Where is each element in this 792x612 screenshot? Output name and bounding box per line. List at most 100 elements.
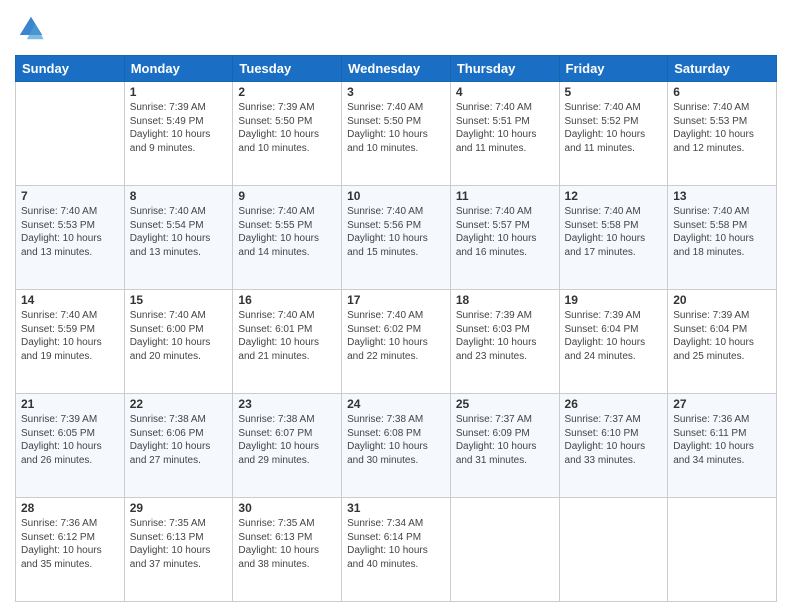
calendar-cell: 23 Sunrise: 7:38 AMSunset: 6:07 PMDayligh… (233, 394, 342, 498)
cell-info: Sunrise: 7:36 AMSunset: 6:12 PMDaylight:… (21, 517, 119, 571)
cell-info: Sunrise: 7:37 AMSunset: 6:09 PMDaylight:… (456, 413, 554, 467)
cell-day-number: 13 (673, 189, 771, 203)
calendar-cell: 13 Sunrise: 7:40 AMSunset: 5:58 PMDayligh… (668, 186, 777, 290)
calendar-week-row: 28 Sunrise: 7:36 AMSunset: 6:12 PMDayligh… (16, 498, 777, 602)
calendar-cell: 27 Sunrise: 7:36 AMSunset: 6:11 PMDayligh… (668, 394, 777, 498)
cell-day-number: 9 (238, 189, 336, 203)
calendar-cell: 31 Sunrise: 7:34 AMSunset: 6:14 PMDayligh… (342, 498, 451, 602)
cell-info: Sunrise: 7:38 AMSunset: 6:08 PMDaylight:… (347, 413, 445, 467)
cell-info: Sunrise: 7:40 AMSunset: 5:55 PMDaylight:… (238, 205, 336, 259)
cell-info: Sunrise: 7:40 AMSunset: 5:59 PMDaylight:… (21, 309, 119, 363)
cell-day-number: 31 (347, 501, 445, 515)
calendar-cell: 1 Sunrise: 7:39 AMSunset: 5:49 PMDaylight… (124, 82, 233, 186)
calendar-header-saturday: Saturday (668, 56, 777, 82)
header (15, 10, 777, 47)
cell-info: Sunrise: 7:40 AMSunset: 6:00 PMDaylight:… (130, 309, 228, 363)
calendar-cell: 3 Sunrise: 7:40 AMSunset: 5:50 PMDaylight… (342, 82, 451, 186)
cell-info: Sunrise: 7:35 AMSunset: 6:13 PMDaylight:… (130, 517, 228, 571)
calendar-header-friday: Friday (559, 56, 668, 82)
logo (15, 14, 45, 47)
cell-day-number: 28 (21, 501, 119, 515)
calendar-week-row: 7 Sunrise: 7:40 AMSunset: 5:53 PMDaylight… (16, 186, 777, 290)
cell-info: Sunrise: 7:39 AMSunset: 6:05 PMDaylight:… (21, 413, 119, 467)
calendar-cell: 2 Sunrise: 7:39 AMSunset: 5:50 PMDaylight… (233, 82, 342, 186)
calendar-cell: 22 Sunrise: 7:38 AMSunset: 6:06 PMDayligh… (124, 394, 233, 498)
cell-info: Sunrise: 7:40 AMSunset: 5:58 PMDaylight:… (565, 205, 663, 259)
calendar-cell: 24Sunrise: 7:38 AMSunset: 6:08 PMDayligh… (342, 394, 451, 498)
cell-info: Sunrise: 7:38 AMSunset: 6:07 PMDaylight:… (238, 413, 336, 467)
cell-day-number: 19 (565, 293, 663, 307)
calendar-week-row: 14 Sunrise: 7:40 AMSunset: 5:59 PMDayligh… (16, 290, 777, 394)
cell-day-number: 20 (673, 293, 771, 307)
calendar-cell: 26Sunrise: 7:37 AMSunset: 6:10 PMDayligh… (559, 394, 668, 498)
cell-info: Sunrise: 7:36 AMSunset: 6:11 PMDaylight:… (673, 413, 771, 467)
calendar-cell: 15 Sunrise: 7:40 AMSunset: 6:00 PMDayligh… (124, 290, 233, 394)
calendar-cell (16, 82, 125, 186)
calendar-header-sunday: Sunday (16, 56, 125, 82)
cell-info: Sunrise: 7:40 AMSunset: 6:02 PMDaylight:… (347, 309, 445, 363)
calendar-cell: 29 Sunrise: 7:35 AMSunset: 6:13 PMDayligh… (124, 498, 233, 602)
cell-info: Sunrise: 7:34 AMSunset: 6:14 PMDaylight:… (347, 517, 445, 571)
cell-day-number: 11 (456, 189, 554, 203)
calendar-cell: 11 Sunrise: 7:40 AMSunset: 5:57 PMDayligh… (450, 186, 559, 290)
calendar-cell: 9 Sunrise: 7:40 AMSunset: 5:55 PMDaylight… (233, 186, 342, 290)
cell-info: Sunrise: 7:39 AMSunset: 6:03 PMDaylight:… (456, 309, 554, 363)
cell-day-number: 7 (21, 189, 119, 203)
cell-day-number: 21 (21, 397, 119, 411)
cell-day-number: 12 (565, 189, 663, 203)
cell-info: Sunrise: 7:39 AMSunset: 5:49 PMDaylight:… (130, 101, 228, 155)
cell-day-number: 2 (238, 85, 336, 99)
cell-info: Sunrise: 7:40 AMSunset: 5:58 PMDaylight:… (673, 205, 771, 259)
calendar-cell: 18 Sunrise: 7:39 AMSunset: 6:03 PMDayligh… (450, 290, 559, 394)
cell-info: Sunrise: 7:40 AMSunset: 5:53 PMDaylight:… (673, 101, 771, 155)
cell-day-number: 22 (130, 397, 228, 411)
cell-info: Sunrise: 7:40 AMSunset: 5:50 PMDaylight:… (347, 101, 445, 155)
calendar-cell (450, 498, 559, 602)
cell-day-number: 3 (347, 85, 445, 99)
calendar-header-monday: Monday (124, 56, 233, 82)
cell-info: Sunrise: 7:39 AMSunset: 6:04 PMDaylight:… (565, 309, 663, 363)
cell-day-number: 23 (238, 397, 336, 411)
cell-day-number: 10 (347, 189, 445, 203)
calendar-cell: 20 Sunrise: 7:39 AMSunset: 6:04 PMDayligh… (668, 290, 777, 394)
cell-info: Sunrise: 7:39 AMSunset: 5:50 PMDaylight:… (238, 101, 336, 155)
calendar-cell: 12 Sunrise: 7:40 AMSunset: 5:58 PMDayligh… (559, 186, 668, 290)
calendar-header-row: SundayMondayTuesdayWednesdayThursdayFrid… (16, 56, 777, 82)
cell-info: Sunrise: 7:40 AMSunset: 6:01 PMDaylight:… (238, 309, 336, 363)
cell-info: Sunrise: 7:38 AMSunset: 6:06 PMDaylight:… (130, 413, 228, 467)
cell-info: Sunrise: 7:40 AMSunset: 5:54 PMDaylight:… (130, 205, 228, 259)
cell-info: Sunrise: 7:40 AMSunset: 5:52 PMDaylight:… (565, 101, 663, 155)
cell-day-number: 16 (238, 293, 336, 307)
cell-day-number: 8 (130, 189, 228, 203)
cell-day-number: 14 (21, 293, 119, 307)
cell-info: Sunrise: 7:39 AMSunset: 6:04 PMDaylight:… (673, 309, 771, 363)
calendar-cell: 5 Sunrise: 7:40 AMSunset: 5:52 PMDaylight… (559, 82, 668, 186)
calendar-header-thursday: Thursday (450, 56, 559, 82)
calendar-page: SundayMondayTuesdayWednesdayThursdayFrid… (0, 0, 792, 612)
cell-info: Sunrise: 7:40 AMSunset: 5:53 PMDaylight:… (21, 205, 119, 259)
cell-day-number: 25 (456, 397, 554, 411)
calendar-cell: 30 Sunrise: 7:35 AMSunset: 6:13 PMDayligh… (233, 498, 342, 602)
calendar-cell: 17 Sunrise: 7:40 AMSunset: 6:02 PMDayligh… (342, 290, 451, 394)
cell-day-number: 29 (130, 501, 228, 515)
cell-day-number: 27 (673, 397, 771, 411)
calendar-week-row: 1 Sunrise: 7:39 AMSunset: 5:49 PMDaylight… (16, 82, 777, 186)
cell-day-number: 5 (565, 85, 663, 99)
calendar-cell (668, 498, 777, 602)
cell-day-number: 18 (456, 293, 554, 307)
cell-info: Sunrise: 7:40 AMSunset: 5:57 PMDaylight:… (456, 205, 554, 259)
calendar-cell (559, 498, 668, 602)
cell-day-number: 1 (130, 85, 228, 99)
cell-day-number: 17 (347, 293, 445, 307)
cell-info: Sunrise: 7:40 AMSunset: 5:51 PMDaylight:… (456, 101, 554, 155)
calendar-cell: 19 Sunrise: 7:39 AMSunset: 6:04 PMDayligh… (559, 290, 668, 394)
calendar-cell: 21 Sunrise: 7:39 AMSunset: 6:05 PMDayligh… (16, 394, 125, 498)
calendar-header-tuesday: Tuesday (233, 56, 342, 82)
calendar-header-wednesday: Wednesday (342, 56, 451, 82)
cell-day-number: 15 (130, 293, 228, 307)
cell-day-number: 30 (238, 501, 336, 515)
cell-info: Sunrise: 7:35 AMSunset: 6:13 PMDaylight:… (238, 517, 336, 571)
cell-day-number: 4 (456, 85, 554, 99)
calendar-cell: 14 Sunrise: 7:40 AMSunset: 5:59 PMDayligh… (16, 290, 125, 394)
cell-day-number: 26 (565, 397, 663, 411)
